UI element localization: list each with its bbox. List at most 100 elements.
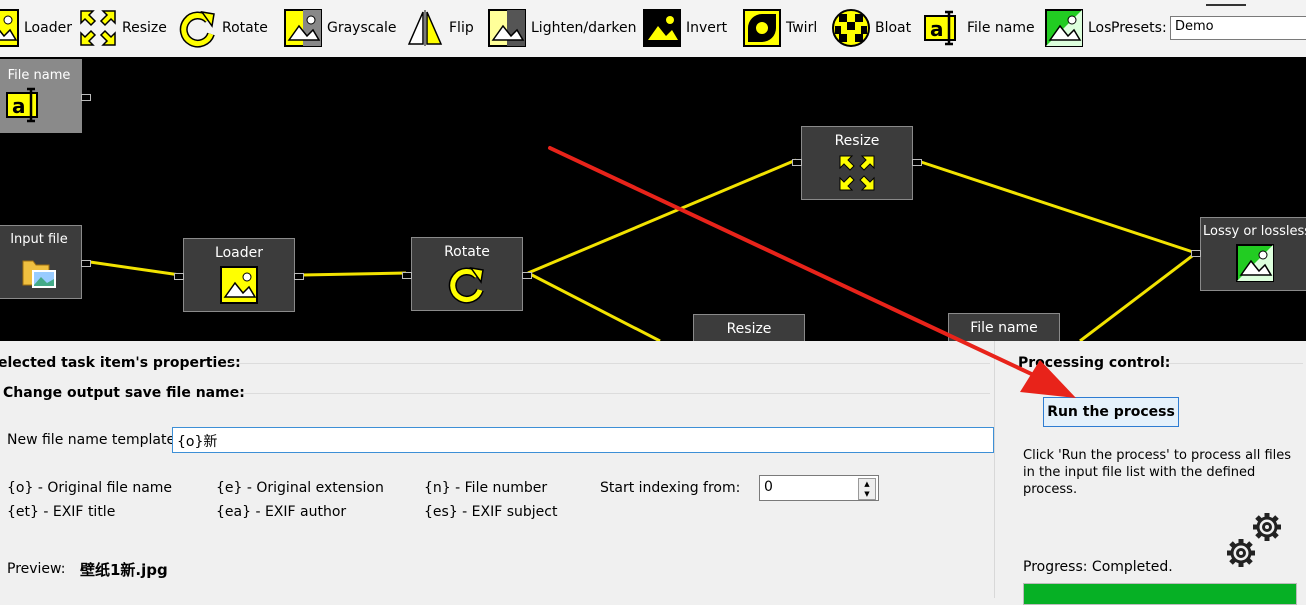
toolbar-invert-label: Invert [686, 20, 728, 36]
toolbar-lossy-lossless-label: Los [1088, 20, 1112, 36]
twirl-icon [742, 8, 782, 48]
node-input-file[interactable]: Input file [0, 225, 91, 299]
start-index-value: 0 [764, 479, 773, 495]
processing-header: Processing control: [1018, 355, 1171, 371]
start-index-label: Start indexing from: [600, 480, 741, 496]
window-controls-edge [1206, 4, 1246, 9]
progress-bar [1023, 583, 1297, 605]
lossy-lossless-icon [1235, 243, 1275, 283]
grayscale-icon [283, 8, 323, 48]
toolbar: Loader Resize Rotate Grayscale Flip Ligh… [0, 0, 1306, 57]
toolbar-grayscale-label: Grayscale [327, 20, 397, 36]
wire-rotate-resize-bottom [527, 271, 661, 341]
preview-value: 壁纸1新.jpg [80, 561, 168, 579]
toolbar-resize[interactable]: Resize [78, 6, 167, 50]
wire-loader-rotate [301, 271, 407, 277]
preview-label: Preview: [7, 561, 66, 577]
toolbar-file-name[interactable]: a File name [923, 6, 1035, 50]
resize-icon [837, 153, 877, 193]
token-exif-subject: {es} - EXIF subject [424, 504, 558, 520]
wire-rotate-resize-top [527, 158, 797, 275]
input-port[interactable] [1191, 250, 1201, 257]
properties-panel: elected task item's properties: Change o… [0, 341, 994, 598]
processing-panel: Processing control: Run the process Clic… [994, 341, 1306, 605]
toolbar-twirl-label: Twirl [786, 20, 818, 36]
flip-icon [405, 8, 445, 48]
text-cursor-icon: a [5, 85, 45, 125]
toolbar-twirl[interactable]: Twirl [742, 6, 817, 50]
node-loader[interactable]: Loader [174, 238, 304, 312]
stepper-buttons[interactable]: ▲ ▼ [858, 478, 876, 500]
output-port[interactable] [81, 260, 91, 267]
gears-icon [1227, 513, 1281, 567]
node-resize-bottom[interactable]: Resize [693, 314, 805, 341]
node-lossy-lossless[interactable]: Lossy or lossless [1191, 217, 1306, 291]
divider [232, 393, 990, 394]
toolbar-flip-label: Flip [449, 20, 474, 36]
token-exif-title: {et} - EXIF title [7, 504, 116, 520]
toolbar-lossy-lossless[interactable]: Los [1044, 6, 1111, 50]
wire-filename-lossy [1079, 251, 1197, 341]
input-port[interactable] [174, 273, 184, 280]
node-label: File name [7, 68, 71, 83]
run-process-button[interactable]: Run the process [1043, 397, 1179, 427]
toolbar-file-name-label: File name [967, 20, 1035, 36]
rotate-icon [178, 8, 218, 48]
stepper-up-icon[interactable]: ▲ [859, 479, 875, 489]
resize-icon [78, 8, 118, 48]
toolbar-loader[interactable]: Loader [0, 6, 72, 50]
token-original-name: {o} - Original file name [7, 480, 173, 496]
node-label: File name [970, 320, 1038, 336]
node-file-name-bottom[interactable]: File name [948, 313, 1060, 341]
node-rotate[interactable]: Rotate [402, 237, 532, 311]
lighten-darken-icon [487, 8, 527, 48]
invert-icon [642, 8, 682, 48]
presets-select[interactable]: Demo [1170, 16, 1306, 40]
progress-fill [1024, 584, 1296, 604]
node-label: Input file [10, 232, 68, 247]
token-exif-author: {ea} - EXIF author [216, 504, 347, 520]
node-resize-top[interactable]: Resize [792, 126, 922, 200]
folder-image-icon [19, 251, 59, 291]
toolbar-lighten-darken[interactable]: Lighten/darken [487, 6, 636, 50]
start-index-stepper[interactable]: 0 ▲ ▼ [759, 475, 879, 501]
toolbar-resize-label: Resize [122, 20, 167, 36]
run-description: Click 'Run the process' to process all f… [1023, 448, 1292, 497]
name-template-input[interactable]: {o}新 [172, 427, 994, 453]
text-cursor-icon: a [923, 8, 963, 48]
node-label: Resize [834, 133, 880, 149]
toolbar-invert[interactable]: Invert [642, 6, 727, 50]
node-label: Loader [215, 245, 263, 261]
output-port[interactable] [522, 272, 532, 279]
toolbar-lighten-darken-label: Lighten/darken [531, 20, 637, 36]
toolbar-rotate[interactable]: Rotate [178, 6, 268, 50]
toolbar-bloat[interactable]: Bloat [831, 6, 911, 50]
properties-header: elected task item's properties: [0, 355, 241, 371]
node-label: Rotate [444, 244, 490, 260]
loader-icon [0, 8, 20, 48]
divider [1163, 363, 1303, 364]
output-port[interactable] [912, 159, 922, 166]
output-port[interactable] [81, 94, 91, 101]
process-canvas[interactable]: File name a Input file Loader Rotate Res… [0, 57, 1306, 341]
toolbar-bloat-label: Bloat [875, 20, 912, 36]
toolbar-flip[interactable]: Flip [405, 6, 474, 50]
input-port[interactable] [792, 159, 802, 166]
output-port[interactable] [294, 273, 304, 280]
toolbar-grayscale[interactable]: Grayscale [283, 6, 397, 50]
token-file-number: {n} - File number [424, 480, 548, 496]
wire-input-loader [89, 260, 181, 277]
svg-text:a: a [930, 17, 944, 41]
toolbar-rotate-label: Rotate [222, 20, 268, 36]
node-label: Resize [726, 321, 772, 337]
lossy-lossless-icon [1044, 8, 1084, 48]
input-port[interactable] [402, 272, 412, 279]
bloat-icon [831, 8, 871, 48]
presets-label: Presets: [1111, 20, 1167, 36]
loader-icon [219, 265, 259, 305]
token-original-extension: {e} - Original extension [216, 480, 384, 496]
name-template-label: New file name template: [7, 432, 180, 448]
rotate-icon [447, 264, 487, 304]
node-file-name-selected[interactable]: File name a [0, 59, 91, 133]
stepper-down-icon[interactable]: ▼ [859, 489, 875, 499]
